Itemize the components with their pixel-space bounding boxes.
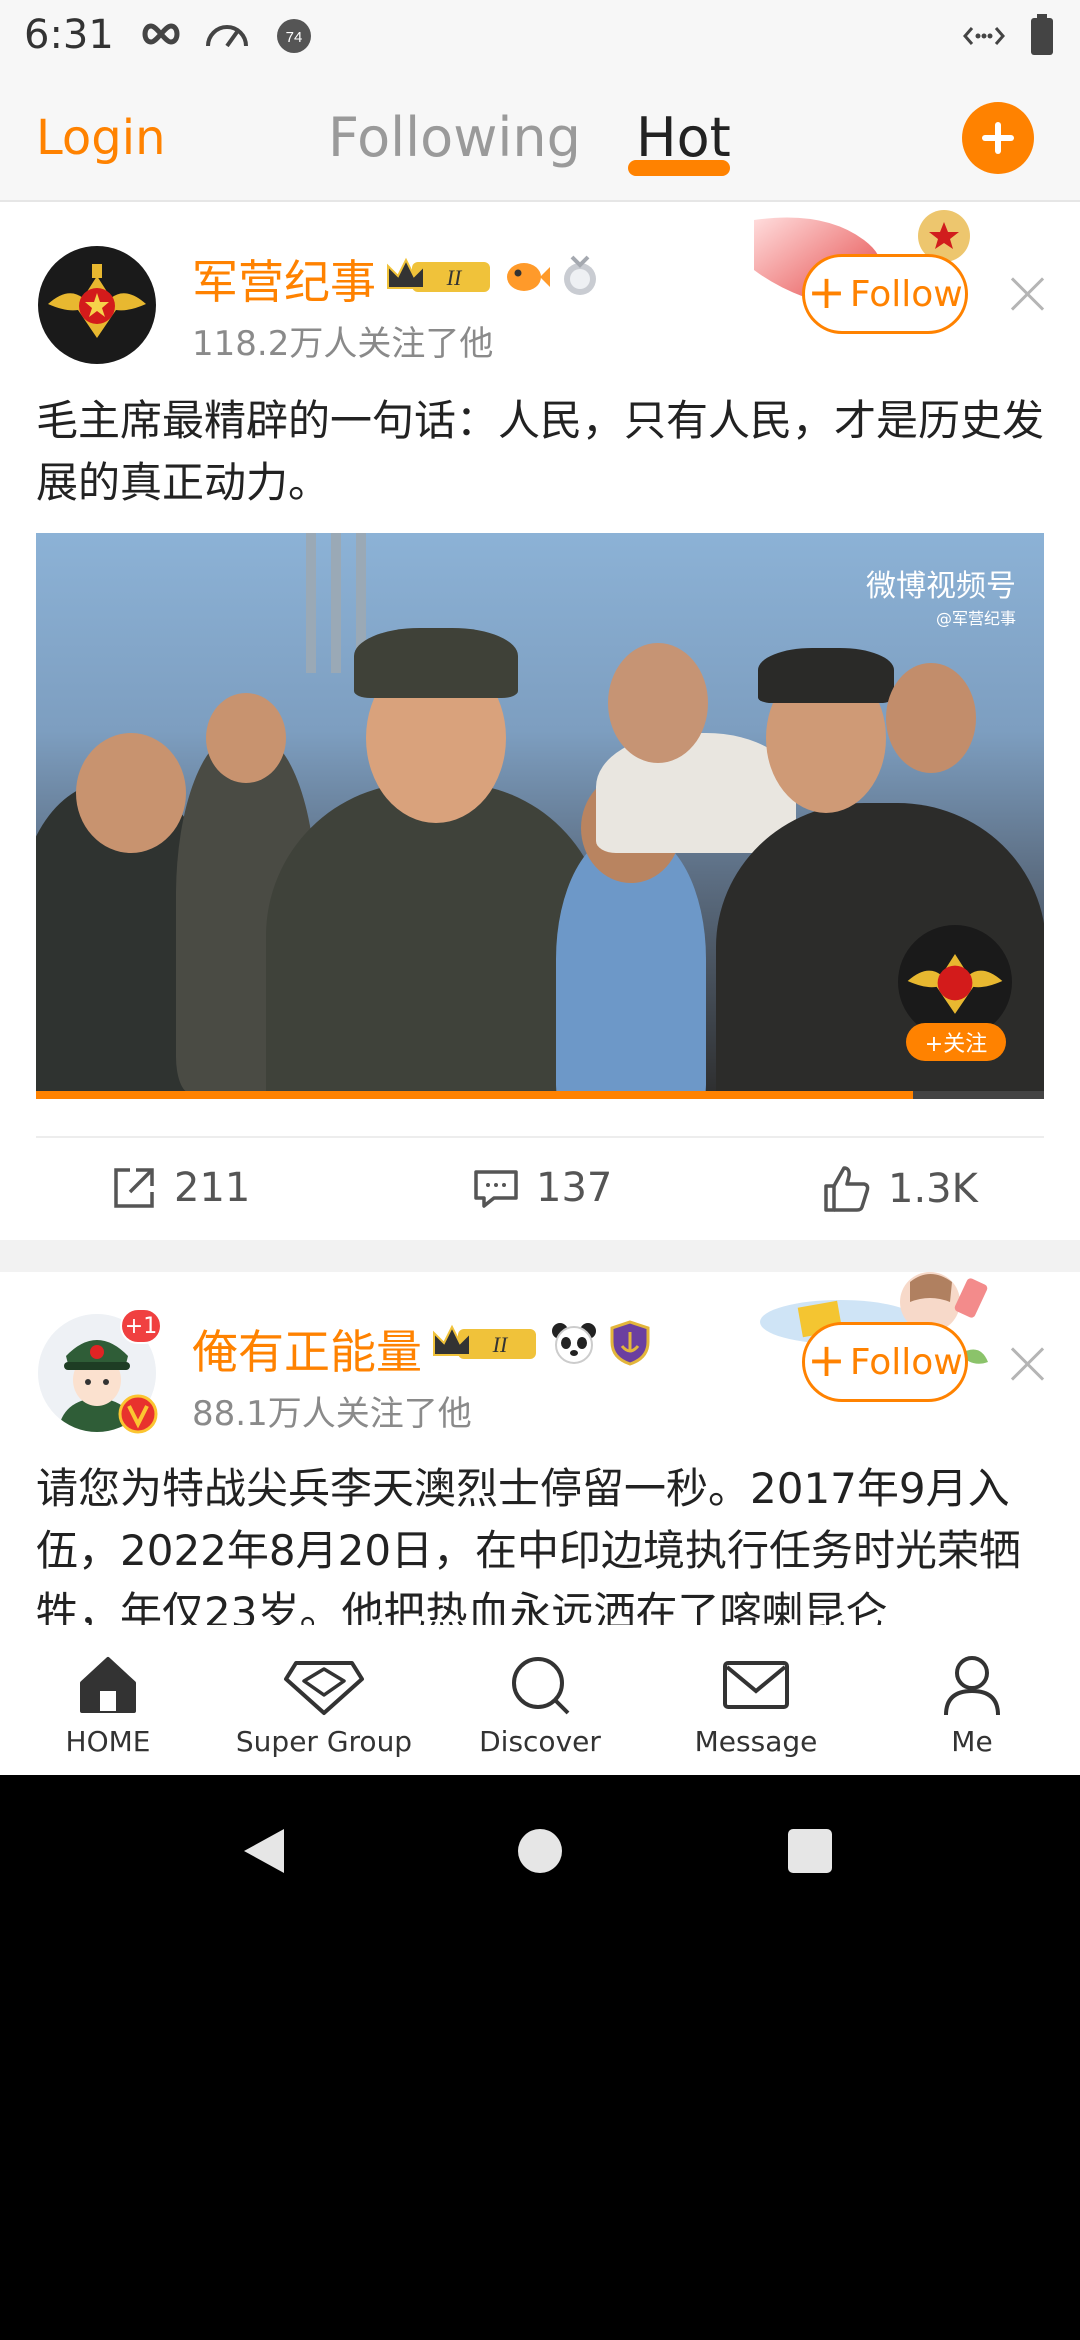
bottom-nav-message[interactable]: Message xyxy=(666,1653,846,1758)
bottom-nav: HOME Super Group Discover Message Me xyxy=(0,1625,1080,1775)
crown-level-badge-icon: II xyxy=(387,257,490,292)
author-badges: II xyxy=(384,254,600,298)
like-count: 1.3K xyxy=(888,1166,978,1212)
post-text[interactable]: 毛主席最精辟的一句话：人民，只有人民，才是历史发展的真正动力。 xyxy=(36,390,1046,514)
system-nav-bar xyxy=(0,1775,1080,1925)
person-icon xyxy=(944,1656,1000,1716)
svg-text:II: II xyxy=(492,1332,509,1357)
fish-badge-icon xyxy=(507,263,550,291)
shield-badge-icon xyxy=(610,1320,650,1366)
home-circle-icon[interactable] xyxy=(516,1827,564,1875)
like-button[interactable]: 1.3K xyxy=(822,1164,978,1214)
video-follow-button[interactable]: +关注 xyxy=(906,1023,1006,1061)
battery-icon xyxy=(1031,14,1053,55)
repost-button[interactable]: 211 xyxy=(110,1164,250,1212)
bottom-nav-discover[interactable]: Discover xyxy=(450,1653,630,1758)
avatar[interactable]: +1 xyxy=(38,1308,162,1434)
avatar-notification-badge: +1 xyxy=(120,1308,162,1344)
crown-level-badge-icon: II xyxy=(433,1324,536,1359)
tab-following[interactable]: Following xyxy=(328,106,581,169)
author-name[interactable]: 俺有正能量 xyxy=(192,1316,422,1382)
status-time: 6:31 xyxy=(24,12,114,58)
recents-square-icon[interactable] xyxy=(786,1827,834,1875)
follow-button[interactable]: + Follow xyxy=(802,1322,968,1402)
comment-icon xyxy=(474,1170,518,1208)
follower-count: 88.1万人关注了他 xyxy=(192,1394,472,1434)
dismiss-close-icon[interactable] xyxy=(1010,276,1046,312)
svg-text:II: II xyxy=(446,265,463,290)
video-progress-fill xyxy=(36,1091,913,1099)
bottom-nav-home[interactable]: HOME xyxy=(18,1653,198,1758)
notification-74-icon: 74 xyxy=(277,19,311,53)
search-icon xyxy=(512,1657,570,1715)
bottom-nav-super-group[interactable]: Super Group xyxy=(234,1653,414,1758)
top-nav: Login Following Hot xyxy=(0,72,1080,202)
video-watermark: 微博视频号 @军营纪事 xyxy=(866,569,1016,628)
envelope-icon xyxy=(723,1661,789,1709)
speedometer-icon xyxy=(206,25,248,48)
panda-badge-icon xyxy=(552,1323,596,1364)
follower-count: 118.2万人关注了他 xyxy=(192,324,494,364)
medal-badge-icon xyxy=(564,255,596,295)
author-badges: II xyxy=(430,1320,652,1366)
comment-button[interactable]: 137 xyxy=(472,1164,612,1212)
video-player[interactable]: 微博视频号 @军营纪事 +关注 xyxy=(36,533,1044,1099)
bottom-nav-me[interactable]: Me xyxy=(882,1653,1062,1758)
post-text[interactable]: 请您为特战尖兵李天澳烈士停留一秒。2017年9月入伍，2022年8月20日，在中… xyxy=(36,1458,1046,1625)
plus-icon: + xyxy=(807,265,846,319)
verified-v-icon xyxy=(118,1394,158,1434)
divider xyxy=(36,1136,1044,1138)
compose-plus-button[interactable] xyxy=(962,102,1034,174)
back-icon[interactable] xyxy=(240,1825,288,1877)
post-separator xyxy=(0,1240,1080,1272)
data-transfer-icon xyxy=(963,27,1005,45)
post-card[interactable]: +1 俺有正能量 II 88.1万人关注了他 + Follow 请您为特战尖兵李… xyxy=(0,1272,1080,1625)
thumbs-up-icon xyxy=(824,1166,870,1212)
repost-count: 211 xyxy=(174,1165,251,1211)
app-screen: 6:31 74 Login Following Hot 军营纪事 II 118.… xyxy=(0,0,1080,1775)
share-icon xyxy=(114,1168,154,1208)
author-name[interactable]: 军营纪事 xyxy=(192,246,376,312)
active-tab-indicator xyxy=(628,160,730,176)
follow-button[interactable]: + Follow xyxy=(802,254,968,334)
home-icon xyxy=(80,1657,136,1713)
dismiss-close-icon[interactable] xyxy=(1010,1346,1046,1382)
status-bar: 6:31 74 xyxy=(0,0,1080,72)
login-link[interactable]: Login xyxy=(36,110,166,166)
svg-text:74: 74 xyxy=(286,29,303,46)
video-author-avatar[interactable] xyxy=(898,925,1012,1039)
avatar[interactable] xyxy=(38,246,156,364)
comment-count: 137 xyxy=(536,1165,613,1211)
plus-icon: + xyxy=(807,1333,846,1387)
infinity-icon xyxy=(142,23,180,45)
diamond-icon xyxy=(284,1661,364,1715)
video-progress-bar[interactable] xyxy=(36,1091,1044,1099)
